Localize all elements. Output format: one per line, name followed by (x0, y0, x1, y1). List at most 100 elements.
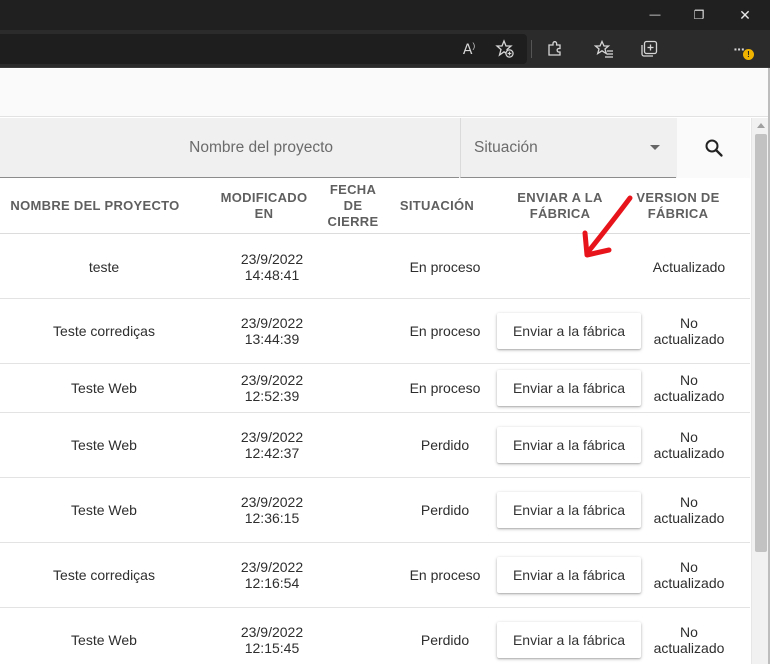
puzzle-icon (548, 41, 561, 56)
cell-status: En proceso (392, 543, 498, 607)
collections-button[interactable] (636, 37, 662, 61)
cell-version: No actualizado (636, 543, 742, 607)
column-header-status[interactable]: SITUACIÓN (392, 178, 482, 234)
cell-project-name: Teste corrediças (0, 299, 208, 363)
project-name-text: Teste Web (71, 437, 137, 453)
status-select[interactable]: Situación (460, 118, 676, 178)
cell-version: No actualizado (636, 478, 742, 542)
cell-send (496, 235, 642, 298)
filter-bar: Nombre del proyecto Situación (0, 118, 750, 178)
extensions-button[interactable] (542, 37, 568, 61)
add-favorite-button[interactable] (492, 37, 518, 61)
table-row[interactable]: Teste corrediças 23/9/2022 12:16:54 En proc… (0, 543, 750, 608)
factory-version-text: No actualizado (653, 559, 725, 591)
table-row[interactable]: Teste Web 23/9/2022 12:15:45 Perdido Enviar … (0, 608, 750, 664)
browser-title-bar: — ❐ ✕ (0, 0, 770, 30)
close-window-button[interactable]: ✕ (722, 0, 768, 30)
cell-modified: 23/9/2022 12:52:39 (212, 364, 332, 412)
cell-modified: 23/9/2022 12:36:15 (212, 478, 332, 542)
cell-send: Enviar a la fábrica (496, 299, 642, 363)
dropdown-caret-icon (650, 145, 660, 150)
column-header-name[interactable]: NOMBRE DEL PROYECTO (0, 178, 190, 234)
read-aloud-button[interactable]: A) (456, 37, 482, 61)
cell-project-name: Teste Web (0, 478, 208, 542)
cell-send: Enviar a la fábrica (496, 413, 642, 477)
send-to-factory-button[interactable]: Enviar a la fábrica (497, 622, 641, 658)
address-bar[interactable] (0, 34, 527, 64)
cell-project-name: Teste Web (0, 608, 208, 664)
column-header-modified[interactable]: MODIFICADO EN (212, 178, 316, 234)
cell-status: Perdido (392, 478, 498, 542)
column-header-version[interactable]: VERSION DE FÁBRICA (636, 178, 720, 234)
project-name-filter[interactable]: Nombre del proyecto (0, 118, 459, 178)
modified-date: 23/9/2022 (240, 494, 304, 510)
cell-project-name: Teste corrediças (0, 543, 208, 607)
cell-version: No actualizado (636, 364, 742, 412)
cell-close-date (320, 478, 386, 542)
cell-status: En proceso (392, 364, 498, 412)
table-row[interactable]: Teste Web 23/9/2022 12:36:15 Perdido Enviar … (0, 478, 750, 543)
modified-date: 23/9/2022 (240, 372, 304, 388)
cell-send: Enviar a la fábrica (496, 608, 642, 664)
project-name-placeholder: Nombre del proyecto (189, 138, 333, 156)
collections-icon (641, 40, 658, 57)
table-row[interactable]: Teste Web 23/9/2022 12:42:37 Perdido Enviar … (0, 413, 750, 478)
cell-project-name: teste (0, 235, 208, 298)
favorites-button[interactable] (591, 37, 617, 61)
send-to-factory-button[interactable]: Enviar a la fábrica (497, 427, 641, 463)
minimize-icon: — (649, 9, 661, 21)
browser-toolbar: A) ··· (0, 30, 770, 68)
status-text: En proceso (409, 380, 481, 396)
modified-date: 23/9/2022 (240, 429, 304, 445)
factory-version-text: No actualizado (653, 372, 725, 404)
table-row[interactable]: teste 23/9/2022 14:48:41 En proceso Actualiz… (0, 235, 750, 299)
cell-version: No actualizado (636, 413, 742, 477)
send-to-factory-button[interactable]: Enviar a la fábrica (497, 557, 641, 593)
app-header (0, 69, 770, 117)
factory-version-text: No actualizado (653, 315, 725, 347)
status-text: En proceso (409, 258, 481, 275)
table-row[interactable]: Teste corrediças 23/9/2022 13:44:39 En proc… (0, 299, 750, 364)
scroll-up-icon[interactable] (757, 123, 765, 128)
cell-modified: 23/9/2022 12:42:37 (212, 413, 332, 477)
modified-time: 13:44:39 (244, 331, 300, 347)
status-text: Perdido (420, 437, 470, 453)
project-name-text: Teste Web (71, 632, 137, 648)
cell-status: En proceso (392, 299, 498, 363)
close-icon: ✕ (739, 6, 751, 23)
cell-modified: 23/9/2022 14:48:41 (212, 235, 332, 298)
project-name-text: Teste Web (71, 502, 137, 518)
status-text: Perdido (420, 502, 470, 518)
modified-date: 23/9/2022 (240, 315, 304, 331)
column-header-close-date[interactable]: FECHA DE CIERRE (320, 178, 386, 234)
cell-status: Perdido (392, 413, 498, 477)
scrollbar-thumb[interactable] (755, 134, 767, 552)
project-name-text: Teste Web (71, 380, 137, 396)
cell-close-date (320, 299, 386, 363)
send-to-factory-button[interactable]: Enviar a la fábrica (497, 313, 641, 349)
table-row[interactable]: Teste Web 23/9/2022 12:52:39 En proceso Envi… (0, 364, 750, 413)
table-header: NOMBRE DEL PROYECTO MODIFICADO EN FECHA … (0, 178, 750, 234)
cell-project-name: Teste Web (0, 413, 208, 477)
cell-close-date (320, 413, 386, 477)
cell-send: Enviar a la fábrica (496, 364, 642, 412)
send-to-factory-button[interactable]: Enviar a la fábrica (497, 370, 641, 406)
modified-time: 12:52:39 (244, 388, 300, 404)
project-name-text: Teste corrediças (53, 567, 155, 583)
restore-icon: ❐ (693, 8, 705, 22)
modified-date: 23/9/2022 (240, 250, 304, 267)
minimize-button[interactable]: — (632, 0, 678, 30)
cell-status: En proceso (392, 235, 498, 298)
project-name-text: Teste corrediças (53, 323, 155, 339)
notification-badge: ! (743, 49, 754, 60)
column-header-send[interactable]: ENVIAR A LA FÁBRICA (498, 178, 622, 234)
cell-version: No actualizado (636, 608, 742, 664)
search-button[interactable] (677, 118, 750, 178)
toolbar-separator (531, 40, 532, 58)
cell-close-date (320, 608, 386, 664)
modified-time: 12:36:15 (244, 510, 300, 526)
send-to-factory-button[interactable]: Enviar a la fábrica (497, 492, 641, 528)
maximize-button[interactable]: ❐ (676, 0, 722, 30)
factory-version-text: No actualizado (653, 494, 725, 526)
favorites-list-icon (594, 40, 613, 58)
